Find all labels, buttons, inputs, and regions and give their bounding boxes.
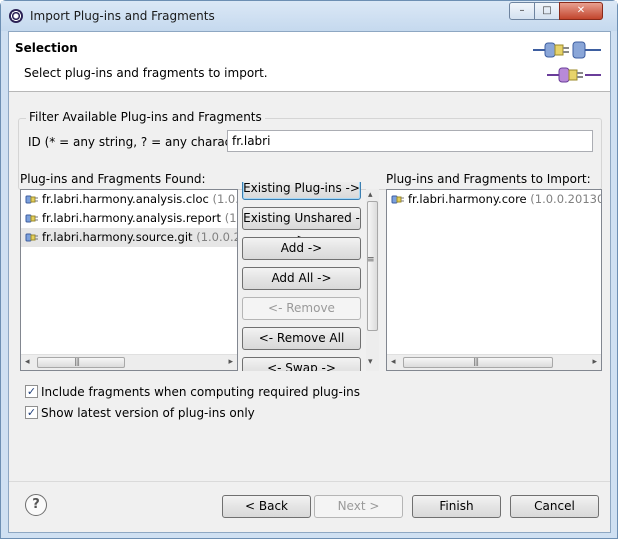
scroll-left-arrow[interactable]: ◂	[391, 357, 396, 367]
show-latest-checkbox[interactable]: ✓	[25, 406, 38, 419]
include-fragments-label[interactable]: Include fragments when computing require…	[41, 385, 360, 399]
scroll-grip: |||	[74, 357, 80, 366]
scroll-thumb[interactable]	[37, 357, 125, 368]
plugin-version: (1.0.0.201	[196, 230, 237, 244]
plugin-icon	[25, 214, 38, 223]
plugin-name: fr.labri.harmony.analysis.report	[42, 211, 222, 225]
plugin-name: fr.labri.harmony.core	[408, 192, 527, 206]
filter-group-title: Filter Available Plug-ins and Fragments	[26, 110, 265, 124]
scroll-grip: |||	[473, 357, 479, 366]
include-fragments-checkbox[interactable]: ✓	[25, 385, 38, 398]
wizard-header: Selection Select plug-ins and fragments …	[9, 32, 610, 92]
add-all-button[interactable]: Add All ->	[242, 267, 361, 290]
eclipse-icon	[9, 9, 23, 23]
list-item[interactable]: fr.labri.harmony.analysis.cloc (1.0.0.2	[21, 190, 237, 209]
scroll-right-arrow[interactable]: ▸	[592, 357, 597, 367]
show-latest-label[interactable]: Show latest version of plug-ins only	[41, 406, 255, 420]
back-button[interactable]: < Back	[222, 495, 311, 518]
scroll-left-arrow[interactable]: ◂	[25, 357, 30, 367]
found-horizontal-scrollbar[interactable]: ◂ ||| ▸	[21, 354, 237, 370]
plugin-version: (1.0.0.	[224, 211, 237, 225]
finish-button[interactable]: Finish	[412, 495, 501, 518]
list-item[interactable]: fr.labri.harmony.core (1.0.0.20130521	[387, 190, 601, 209]
scroll-thumb[interactable]	[367, 201, 378, 331]
cancel-button[interactable]: Cancel	[510, 495, 599, 518]
remove-button[interactable]: <- Remove	[242, 297, 361, 320]
existing-unshared-button[interactable]: Existing Unshared ->	[242, 207, 361, 246]
scroll-down-arrow[interactable]: ▾	[368, 357, 373, 367]
remove-all-button[interactable]: <- Remove All	[242, 327, 361, 350]
title-bar[interactable]: Import Plug-ins and Fragments – □ ✕	[1, 1, 617, 31]
scroll-right-arrow[interactable]: ▸	[228, 357, 233, 367]
page-description: Select plug-ins and fragments to import.	[24, 66, 268, 80]
import-dialog-window: Import Plug-ins and Fragments – □ ✕ Sele…	[0, 0, 618, 539]
dialog-client-area: Selection Select plug-ins and fragments …	[8, 31, 611, 533]
found-list-label: Plug-ins and Fragments Found:	[20, 172, 206, 186]
import-list-label: Plug-ins and Fragments to Import:	[386, 172, 591, 186]
swap-button[interactable]: <- Swap ->	[242, 357, 361, 371]
window-title: Import Plug-ins and Fragments	[30, 9, 215, 23]
plugin-version: (1.0.0.2	[212, 192, 237, 206]
buttons-vertical-scrollbar[interactable]: ▴ ≡ ▾	[366, 189, 379, 371]
next-button[interactable]: Next >	[314, 495, 403, 518]
minimize-button[interactable]: –	[509, 2, 535, 20]
id-filter-label: ID (* = any string, ? = any character):	[28, 135, 258, 149]
import-list[interactable]: fr.labri.harmony.core (1.0.0.20130521 ◂ …	[386, 189, 602, 371]
id-filter-input[interactable]	[227, 130, 593, 152]
plugin-name: fr.labri.harmony.analysis.cloc	[42, 192, 209, 206]
footer-separator	[9, 481, 610, 482]
found-list[interactable]: fr.labri.harmony.analysis.cloc (1.0.0.2 …	[20, 189, 238, 371]
plugin-version: (1.0.0.20130521	[530, 192, 601, 206]
plugin-icon	[25, 233, 38, 242]
scroll-grip: ≡	[367, 255, 375, 265]
plugin-icon	[391, 195, 404, 204]
plugin-name: fr.labri.harmony.source.git	[42, 230, 193, 244]
help-icon[interactable]: ?	[25, 494, 47, 516]
import-horizontal-scrollbar[interactable]: ◂ ||| ▸	[387, 354, 601, 370]
close-button[interactable]: ✕	[559, 2, 603, 20]
plugin-icon	[25, 195, 38, 204]
maximize-button[interactable]: □	[534, 2, 560, 20]
list-item[interactable]: fr.labri.harmony.analysis.report (1.0.0.	[21, 209, 237, 228]
add-button[interactable]: Add ->	[242, 237, 361, 260]
scroll-up-arrow[interactable]: ▴	[368, 190, 373, 200]
plugin-connector-icon	[533, 41, 601, 83]
existing-plugins-button[interactable]: Existing Plug-ins ->	[242, 182, 361, 200]
page-title: Selection	[15, 41, 78, 55]
action-buttons-pane: Existing Plug-ins -> Existing Unshared -…	[238, 182, 379, 371]
list-item[interactable]: fr.labri.harmony.source.git (1.0.0.201	[21, 228, 237, 247]
